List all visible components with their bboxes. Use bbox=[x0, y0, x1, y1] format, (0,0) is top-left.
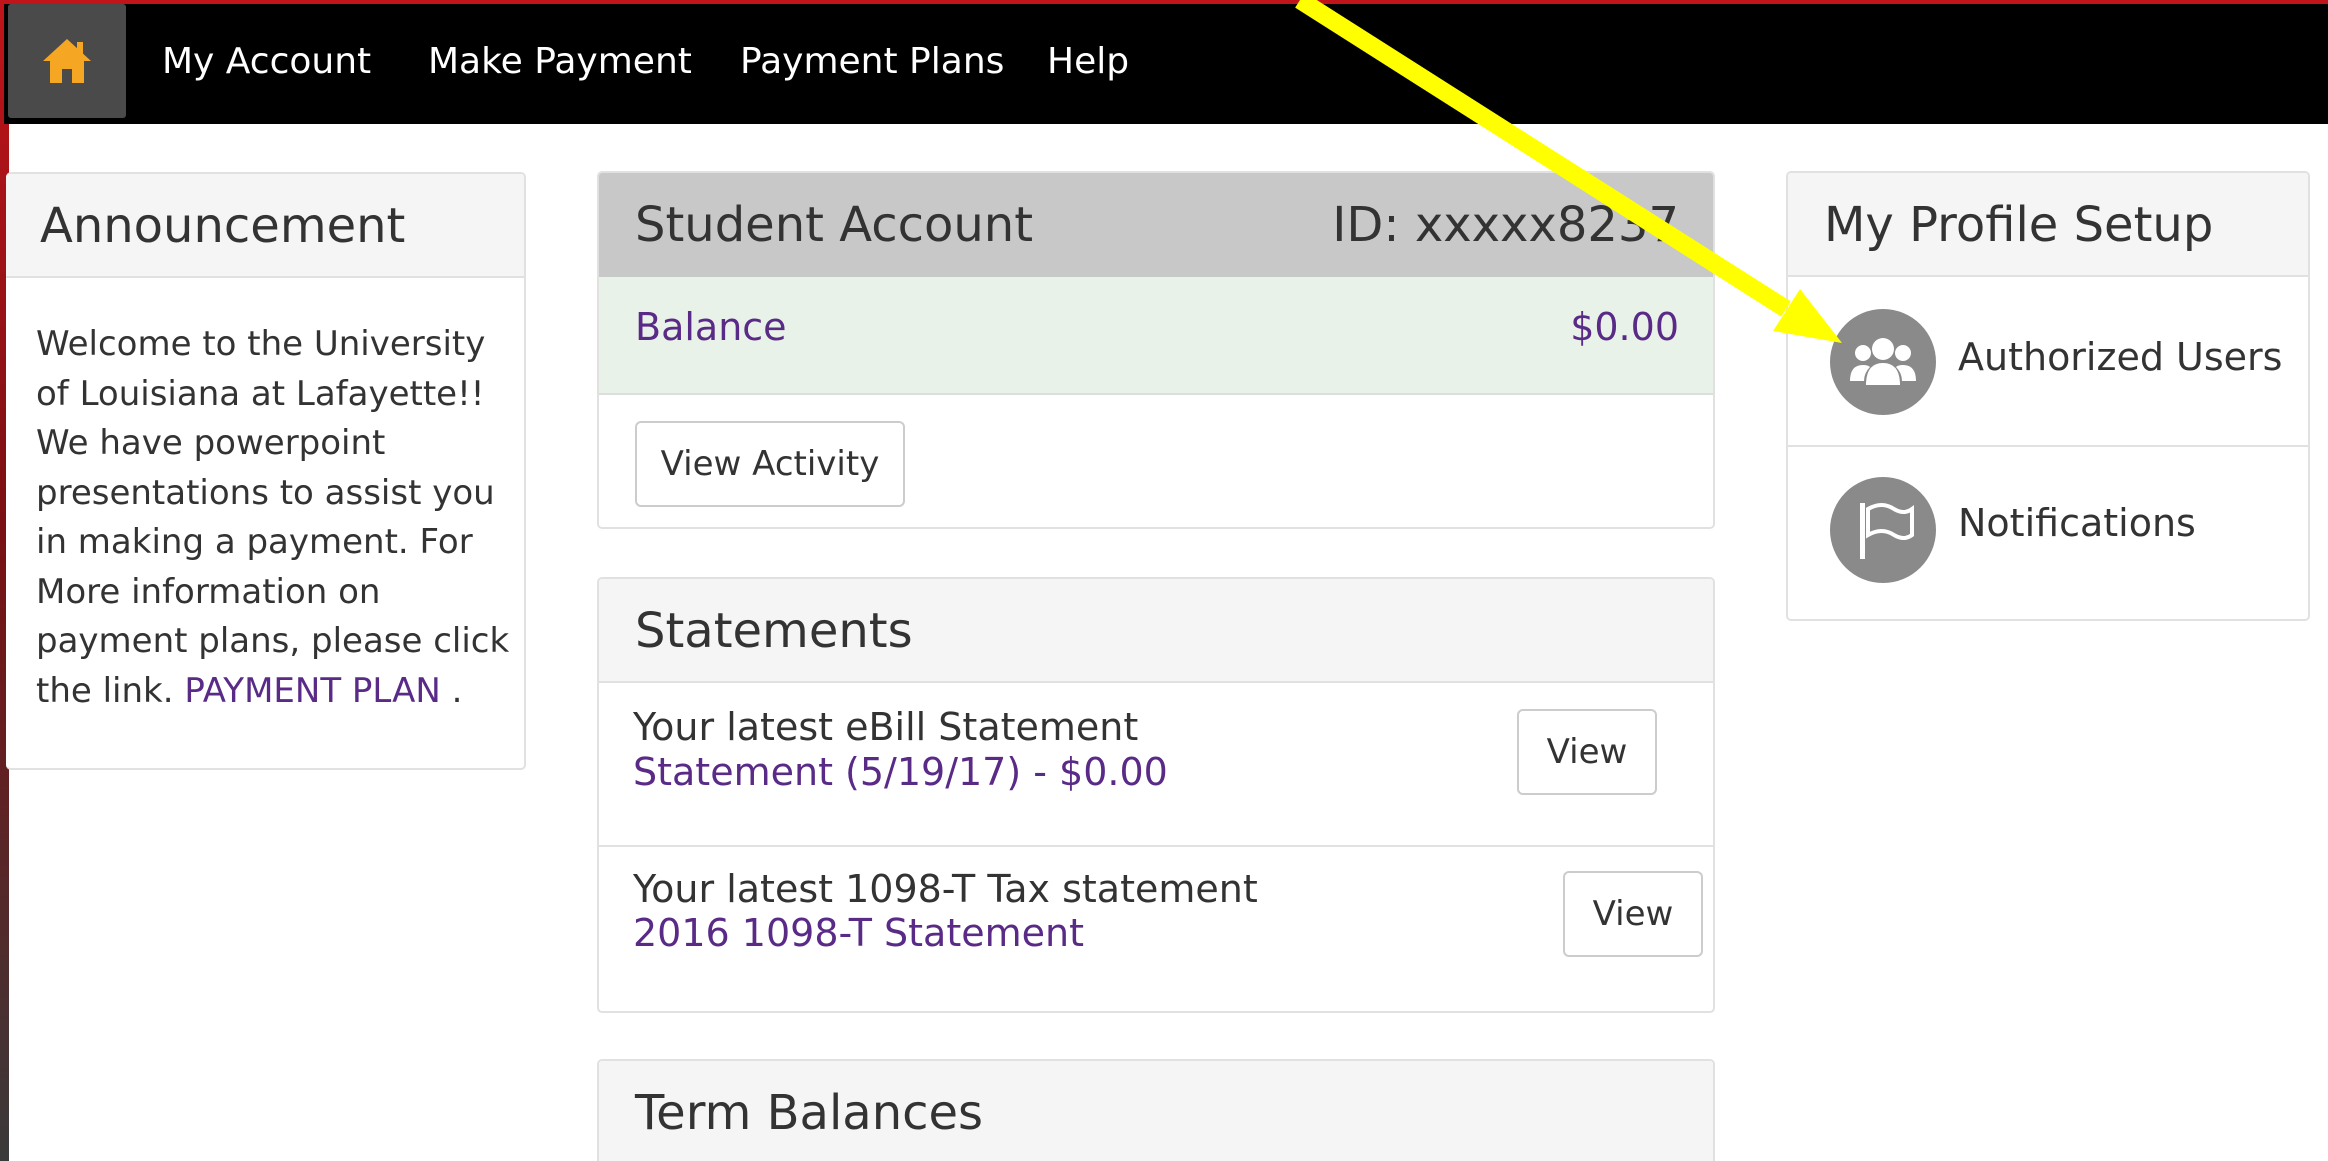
announcement-panel: Announcement Welcome to the University o… bbox=[6, 172, 526, 770]
announcement-trailing: . bbox=[440, 670, 463, 711]
tax-statement-row: Your latest 1098-T Tax statement 2016 10… bbox=[599, 847, 1713, 1011]
nav-make-payment[interactable]: Make Payment bbox=[428, 4, 692, 120]
announcement-heading: Announcement bbox=[6, 174, 524, 278]
ebill-statement-link[interactable]: Statement (5/19/17) - $0.00 bbox=[633, 750, 1168, 794]
ebill-caption: Your latest eBill Statement bbox=[633, 705, 1139, 749]
student-account-title: Student Account bbox=[635, 197, 1034, 253]
nav-payment-plans[interactable]: Payment Plans bbox=[740, 4, 1004, 120]
tax-statement-link[interactable]: 2016 1098-T Statement bbox=[633, 911, 1084, 955]
profile-title: My Profile Setup bbox=[1824, 197, 2214, 253]
ebill-view-button[interactable]: View bbox=[1517, 709, 1657, 795]
term-balances-title: Term Balances bbox=[635, 1085, 984, 1141]
page: My Account Make Payment Payment Plans He… bbox=[0, 0, 2328, 1161]
announcement-text: Welcome to the University of Louisiana a… bbox=[36, 320, 516, 716]
statements-heading: Statements bbox=[599, 579, 1713, 683]
view-activity-button[interactable]: View Activity bbox=[635, 421, 905, 507]
student-account-panel: Student Account ID: xxxxx8237 Balance $0… bbox=[597, 171, 1715, 529]
term-balances-heading: Term Balances bbox=[599, 1061, 1713, 1161]
home-icon bbox=[43, 39, 91, 83]
payment-plan-link[interactable]: PAYMENT PLAN bbox=[184, 671, 440, 711]
notifications-label[interactable]: Notifications bbox=[1958, 501, 2196, 545]
ebill-statement-row: Your latest eBill Statement Statement (5… bbox=[599, 683, 1713, 847]
nav-my-account[interactable]: My Account bbox=[162, 4, 371, 120]
announcement-body: Welcome to the University of Louisiana a… bbox=[36, 324, 510, 711]
balance-row: Balance $0.00 bbox=[599, 277, 1713, 395]
student-account-heading: Student Account ID: xxxxx8237 bbox=[599, 173, 1713, 277]
authorized-users-row[interactable]: Authorized Users bbox=[1788, 277, 2308, 447]
student-id: ID: xxxxx8237 bbox=[1332, 197, 1679, 253]
announcement-title: Announcement bbox=[40, 198, 406, 254]
term-balances-panel: Term Balances bbox=[597, 1059, 1715, 1161]
balance-value: $0.00 bbox=[1570, 305, 1679, 349]
tax-caption: Your latest 1098-T Tax statement bbox=[633, 867, 1258, 911]
statements-panel: Statements Your latest eBill Statement S… bbox=[597, 577, 1715, 1013]
tax-view-button[interactable]: View bbox=[1563, 871, 1703, 957]
profile-heading: My Profile Setup bbox=[1788, 173, 2308, 277]
balance-label: Balance bbox=[635, 305, 787, 349]
authorized-users-label[interactable]: Authorized Users bbox=[1958, 335, 2282, 379]
top-navbar: My Account Make Payment Payment Plans He… bbox=[4, 4, 2328, 124]
nav-help[interactable]: Help bbox=[1047, 4, 1129, 120]
flag-icon bbox=[1830, 477, 1936, 583]
users-icon bbox=[1830, 309, 1936, 415]
home-button[interactable] bbox=[8, 4, 126, 118]
statements-title: Statements bbox=[635, 603, 913, 659]
notifications-row[interactable]: Notifications bbox=[1788, 449, 2308, 619]
profile-setup-panel: My Profile Setup Authorized Users Notifi… bbox=[1786, 171, 2310, 621]
